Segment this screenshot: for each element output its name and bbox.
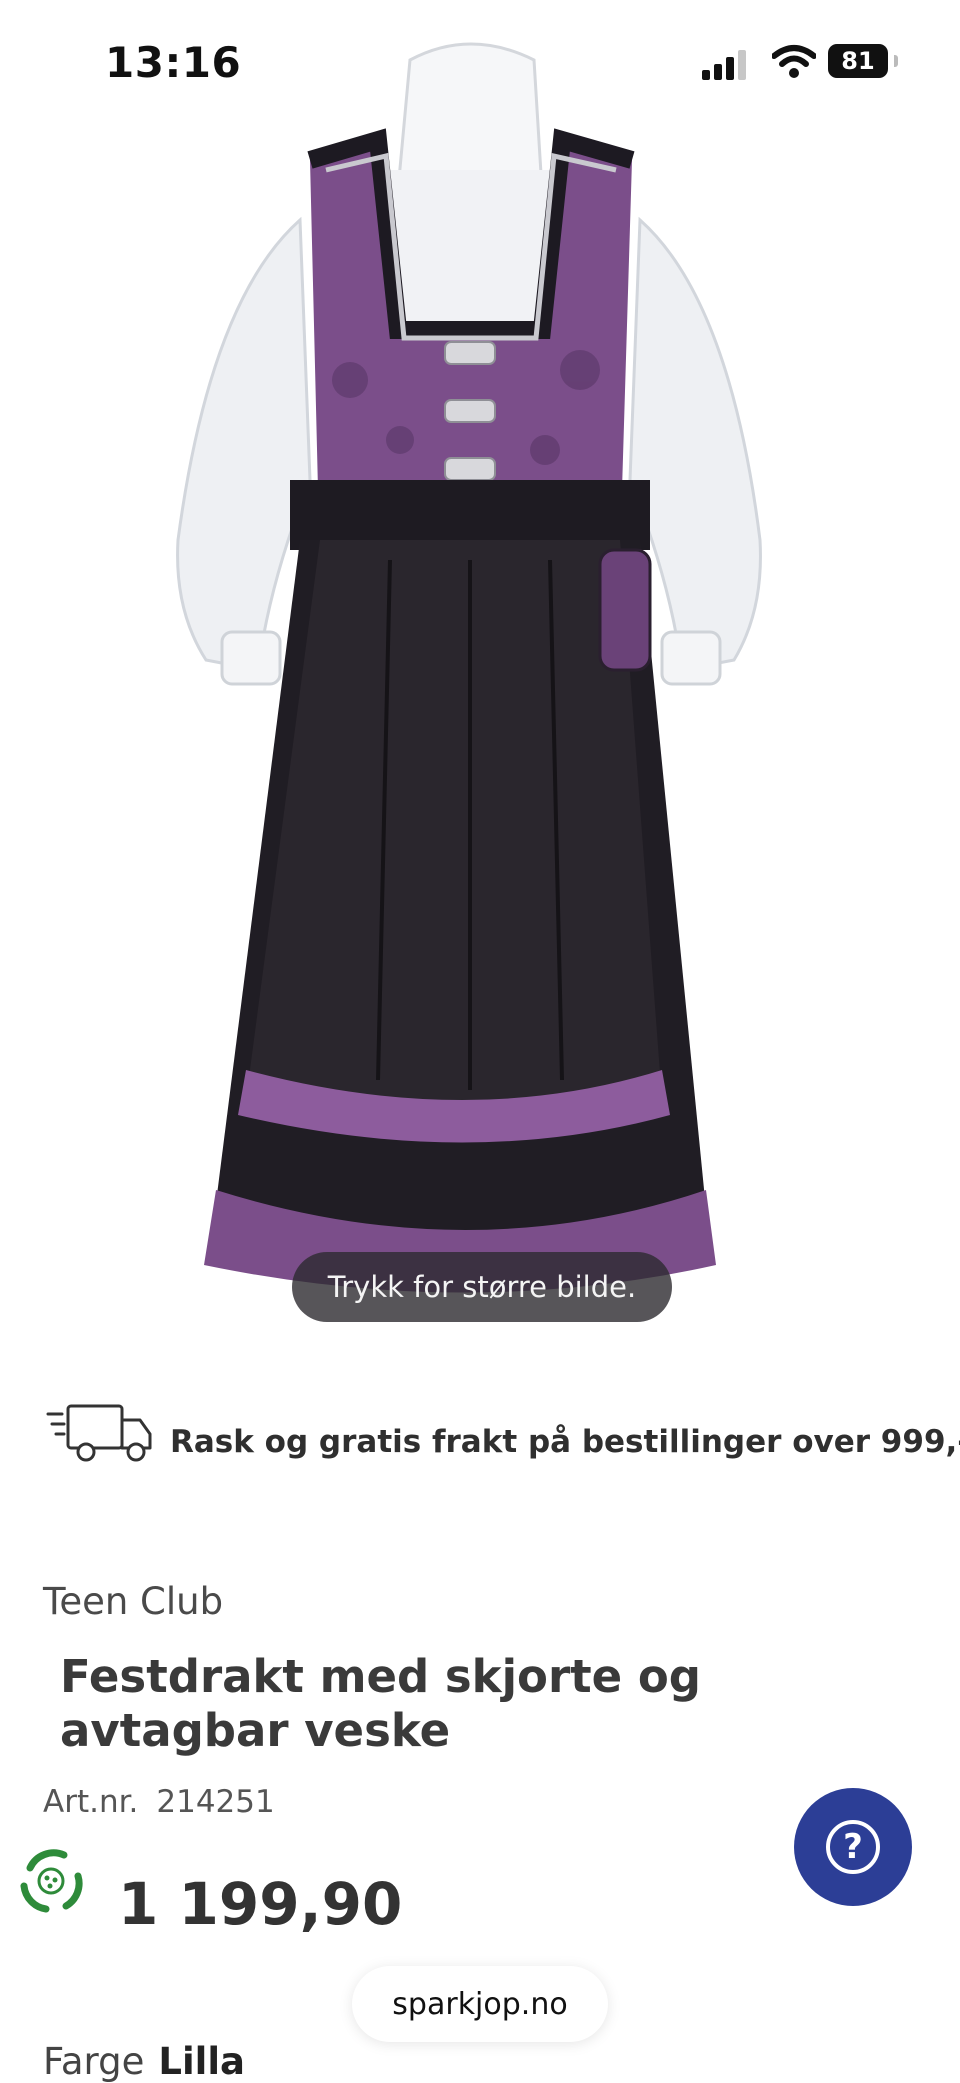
help-button[interactable]: ? — [794, 1788, 912, 1906]
eco-icon[interactable] — [16, 1846, 86, 1916]
color-label: Farge — [43, 2040, 145, 2083]
product-title: Festdrakt med skjorte og avtagbar veske — [60, 1650, 701, 1757]
article-number-value: 214251 — [156, 1784, 275, 1820]
zoom-hint[interactable]: Trykk for større bilde. — [292, 1252, 672, 1322]
battery-percentage: 81 — [841, 47, 875, 75]
help-icon: ? — [826, 1820, 880, 1874]
shipping-info: Rask og gratis frakt på bestillinger ove… — [170, 1424, 960, 1460]
article-number: Art.nr. 214251 — [43, 1784, 275, 1820]
browser-url-bar[interactable]: sparkjop.no — [352, 1966, 608, 2042]
article-number-label: Art.nr. — [43, 1784, 139, 1820]
color-value: Lilla — [158, 2040, 245, 2083]
brand-name[interactable]: Teen Club — [43, 1580, 223, 1623]
product-image[interactable] — [150, 20, 790, 1350]
color-selector[interactable]: Farge Lilla — [43, 2040, 245, 2083]
product-price: 1 199,90 — [118, 1870, 403, 1938]
truck-icon — [46, 1404, 152, 1462]
battery-indicator: 81 — [828, 44, 898, 78]
